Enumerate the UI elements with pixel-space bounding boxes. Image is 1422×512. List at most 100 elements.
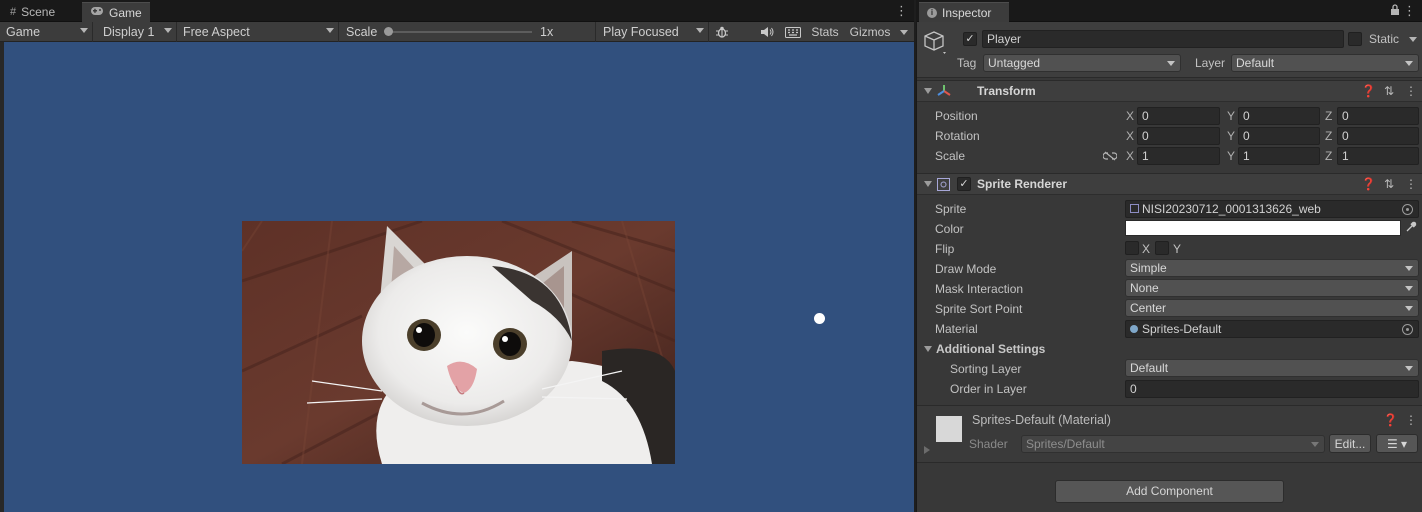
chevron-down-icon	[80, 28, 88, 33]
active-checkbox[interactable]: ✓	[963, 32, 977, 46]
scale-y-field[interactable]: 1	[1238, 147, 1320, 165]
flip-label: Flip	[935, 242, 955, 256]
axis-x-label: X	[1126, 149, 1135, 163]
material-value: Sprites-Default	[1142, 322, 1222, 336]
scale-slider-track[interactable]	[386, 31, 532, 33]
bug-icon[interactable]	[711, 22, 733, 42]
eyedropper-icon[interactable]	[1405, 221, 1417, 236]
position-z-field[interactable]: 0	[1337, 107, 1419, 125]
panel-menu-icon[interactable]: ⋮	[895, 3, 908, 19]
sort-point-dropdown[interactable]: Center	[1125, 299, 1419, 317]
additional-settings-foldout-icon[interactable]	[924, 346, 932, 352]
aspect-label: Free Aspect	[183, 25, 250, 39]
game-viewport[interactable]	[4, 42, 914, 512]
scale-x-field[interactable]: 1	[1137, 147, 1220, 165]
position-x-field[interactable]: 0	[1137, 107, 1220, 125]
sprite-renderer-enabled-checkbox[interactable]: ✓	[957, 177, 971, 191]
shader-options-button[interactable]: ☰ ▾	[1376, 434, 1418, 453]
chevron-down-icon	[1167, 61, 1175, 66]
shader-edit-button[interactable]: Edit...	[1329, 434, 1371, 453]
object-picker-icon[interactable]	[1402, 204, 1413, 215]
transform-header[interactable]: Transform ❓ ⇅ ⋮	[917, 80, 1422, 102]
axis-y-label: Y	[1227, 129, 1236, 143]
material-object-field[interactable]: Sprites-Default	[1125, 320, 1419, 338]
shader-dropdown[interactable]: Sprites/Default	[1021, 435, 1325, 453]
display-dropdown[interactable]: Display 1	[97, 22, 177, 42]
tag-value: Untagged	[988, 56, 1041, 70]
aspect-dropdown[interactable]: Free Aspect	[177, 22, 339, 42]
rotation-x-field[interactable]: 0	[1137, 127, 1220, 145]
flip-y-checkbox[interactable]	[1155, 241, 1169, 255]
mask-interaction-dropdown[interactable]: None	[1125, 279, 1419, 297]
tab-scene[interactable]: # Scene	[2, 2, 63, 22]
transform-icon	[937, 84, 951, 101]
inspector-menu-icon[interactable]: ⋮	[1403, 3, 1416, 19]
help-icon[interactable]: ❓	[1361, 177, 1376, 191]
order-in-layer-field[interactable]: 0	[1125, 380, 1419, 398]
help-icon[interactable]: ❓	[1361, 84, 1376, 98]
scale-z-field[interactable]: 1	[1337, 147, 1419, 165]
stats-button[interactable]: Stats	[807, 22, 843, 42]
tag-dropdown[interactable]: Untagged	[983, 54, 1181, 72]
component-menu-icon[interactable]: ⋮	[1405, 413, 1417, 427]
gameobject-cube-icon	[923, 30, 949, 59]
foldout-icon[interactable]	[924, 181, 932, 187]
object-picker-icon[interactable]	[1402, 324, 1413, 335]
game-tab-bar: # Scene Game ⋮	[0, 0, 914, 22]
material-foldout-icon[interactable]	[924, 446, 930, 454]
display-label: Display 1	[103, 25, 155, 39]
cat-sprite	[242, 221, 675, 464]
sprite-renderer-header[interactable]: ✓ Sprite Renderer ❓ ⇅ ⋮	[917, 173, 1422, 195]
keyboard-icon[interactable]	[781, 22, 805, 42]
gizmos-button[interactable]: Gizmos	[846, 22, 894, 42]
rotation-z-field[interactable]: 0	[1337, 127, 1419, 145]
lock-icon[interactable]	[1390, 4, 1400, 19]
inspector-panel: i Inspector ⋮ ✓ Player Static Tag Untagg…	[916, 0, 1422, 512]
sprite-asset-icon	[1130, 204, 1139, 213]
object-name-field[interactable]: Player	[982, 30, 1344, 48]
foldout-icon[interactable]	[924, 88, 932, 94]
axis-z-label: Z	[1325, 149, 1333, 163]
axis-y-label: Y	[1227, 109, 1236, 123]
static-label: Static	[1369, 32, 1400, 46]
add-component-button[interactable]: Add Component	[1055, 480, 1284, 503]
tab-game[interactable]: Game	[82, 2, 150, 22]
speaker-icon[interactable]	[756, 22, 778, 42]
sprite-renderer-title: Sprite Renderer	[977, 177, 1068, 191]
scale-label: Scale	[935, 149, 966, 163]
tab-inspector[interactable]: i Inspector	[919, 2, 1009, 22]
presets-icon[interactable]: ⇅	[1383, 84, 1395, 98]
chevron-down-icon	[900, 29, 908, 35]
additional-settings-label[interactable]: Additional Settings	[936, 342, 1045, 356]
draw-mode-value: Simple	[1130, 261, 1167, 275]
color-swatch[interactable]	[1125, 220, 1401, 236]
scale-slider-handle[interactable]	[384, 27, 393, 36]
gameobject-header: ✓ Player Static Tag Untagged Layer Defau…	[917, 22, 1422, 78]
game-panel: # Scene Game ⋮ Game Display 1 Free Aspec…	[0, 0, 914, 512]
tag-label: Tag	[957, 56, 977, 70]
static-dropdown-icon[interactable]	[1409, 37, 1417, 42]
game-mode-dropdown[interactable]: Game	[0, 22, 93, 42]
chevron-down-icon	[696, 28, 704, 33]
layer-dropdown[interactable]: Default	[1231, 54, 1419, 72]
sprite-object-field[interactable]: NISI20230712_0001313626_web	[1125, 200, 1419, 218]
sorting-layer-dropdown[interactable]: Default	[1125, 359, 1419, 377]
draw-mode-dropdown[interactable]: Simple	[1125, 259, 1419, 277]
presets-icon[interactable]: ⇅	[1383, 177, 1395, 191]
draw-mode-label: Draw Mode	[935, 262, 997, 276]
color-label: Color	[935, 222, 964, 236]
rotation-y-field[interactable]: 0	[1238, 127, 1320, 145]
component-menu-icon[interactable]: ⋮	[1405, 84, 1417, 98]
help-icon[interactable]: ❓	[1383, 413, 1398, 427]
player-dot	[814, 313, 825, 324]
flip-x-checkbox[interactable]	[1125, 241, 1139, 255]
position-y-field[interactable]: 0	[1238, 107, 1320, 125]
component-menu-icon[interactable]: ⋮	[1405, 177, 1417, 191]
static-checkbox[interactable]	[1348, 32, 1362, 46]
mask-interaction-label: Mask Interaction	[935, 282, 1024, 296]
link-off-icon[interactable]	[1102, 150, 1118, 164]
gizmos-dropdown[interactable]	[894, 22, 914, 42]
tab-scene-label: Scene	[21, 5, 56, 19]
play-mode-dropdown[interactable]: Play Focused	[597, 22, 709, 42]
scale-value: 1x	[540, 25, 554, 39]
